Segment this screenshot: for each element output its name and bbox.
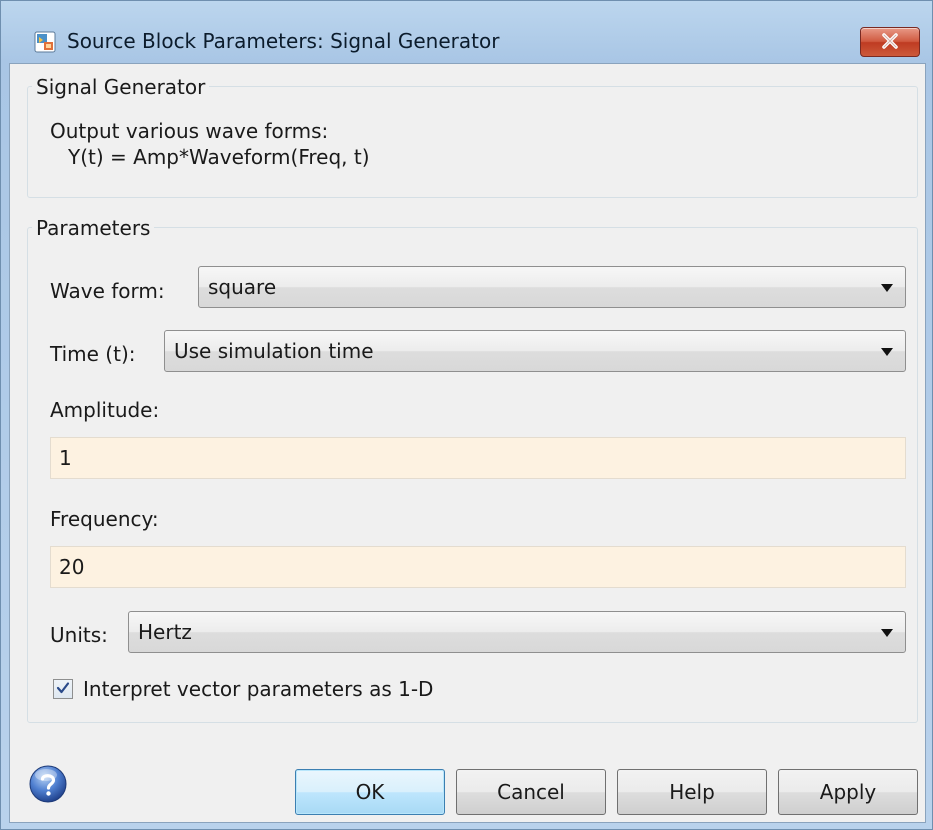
description-line-1: Output various wave forms:: [50, 119, 329, 143]
interpret-vector-label[interactable]: Interpret vector parameters as 1-D: [83, 677, 433, 701]
parameters-group-title: Parameters: [32, 216, 155, 240]
frequency-field[interactable]: 20: [50, 546, 906, 588]
wave-form-dropdown[interactable]: square: [198, 266, 906, 308]
description-line-2: Y(t) = Amp*Waveform(Freq, t): [68, 145, 370, 169]
wave-form-label: Wave form:: [50, 279, 165, 303]
description-group: Signal Generator Output various wave for…: [27, 75, 918, 198]
close-icon: [881, 30, 899, 54]
units-dropdown[interactable]: Hertz: [128, 611, 906, 653]
units-value: Hertz: [138, 620, 192, 644]
frequency-value: 20: [59, 555, 85, 579]
chevron-down-icon: [881, 629, 893, 637]
amplitude-field[interactable]: 1: [50, 437, 906, 479]
time-dropdown[interactable]: Use simulation time: [164, 330, 906, 372]
chevron-down-icon: [881, 284, 893, 292]
time-value: Use simulation time: [174, 339, 374, 363]
help-question-icon[interactable]: [28, 764, 68, 804]
close-button[interactable]: [860, 27, 920, 57]
dialog-client-area: Signal Generator Output various wave for…: [9, 63, 926, 823]
dialog-window: Source Block Parameters: Signal Generato…: [0, 0, 933, 830]
units-label: Units:: [50, 623, 108, 647]
amplitude-label: Amplitude:: [50, 398, 160, 422]
amplitude-value: 1: [59, 446, 72, 470]
cancel-button[interactable]: Cancel: [456, 769, 606, 815]
checkmark-icon: [56, 680, 70, 699]
simulink-block-icon: [34, 31, 56, 53]
ok-button[interactable]: OK: [295, 769, 445, 815]
interpret-vector-checkbox[interactable]: [53, 679, 73, 699]
description-group-title: Signal Generator: [32, 75, 210, 99]
parameters-group: Parameters Wave form: square Time (t): U…: [27, 216, 918, 723]
help-button[interactable]: Help: [617, 769, 767, 815]
window-title: Source Block Parameters: Signal Generato…: [67, 29, 500, 53]
apply-button[interactable]: Apply: [778, 769, 918, 815]
wave-form-value: square: [208, 275, 277, 299]
frequency-label: Frequency:: [50, 507, 159, 531]
time-label: Time (t):: [50, 342, 136, 366]
chevron-down-icon: [881, 348, 893, 356]
